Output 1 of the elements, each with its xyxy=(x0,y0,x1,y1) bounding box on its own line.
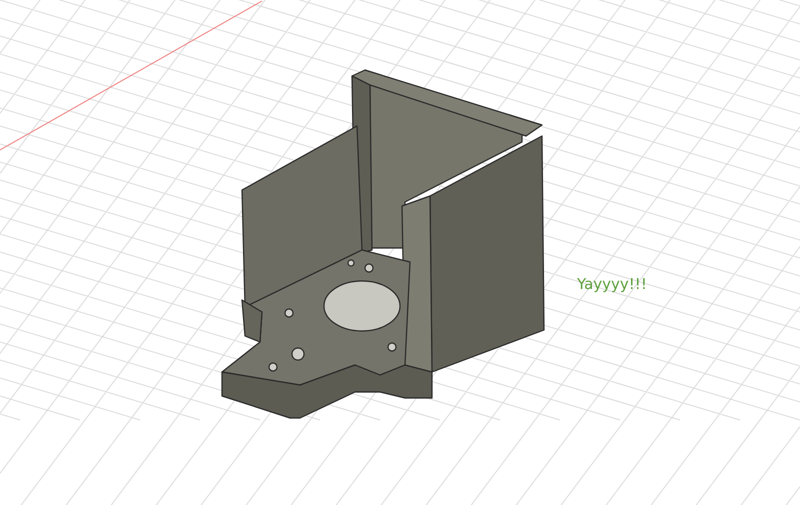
annotation-text: Yayyyy!!! xyxy=(577,275,647,293)
